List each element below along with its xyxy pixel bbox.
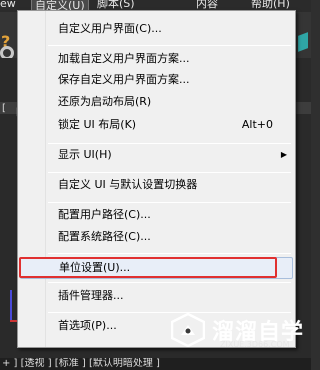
viewport-label-a[interactable]: [ [2, 103, 6, 114]
menu-item-label: 显示 UI(H) [58, 148, 112, 161]
menu-item-show-ui[interactable]: 显示 UI(H) ▶ [20, 144, 293, 166]
menu-item-label: 还原为启动布局(R) [58, 95, 152, 108]
menu-separator [48, 202, 291, 203]
menu-item-configure-user-paths[interactable]: 配置用户路径(C)... [20, 204, 293, 226]
viewport-status-bar[interactable]: + ] [透视 ] [标准 ] [默认明暗处理 ] [0, 358, 311, 370]
app-window: ew 自定义(U) 脚本(S) 内容 帮助(H) ? [ [前 + ] [透视 … [0, 0, 311, 370]
menu-item-lock-ui-layout[interactable]: 锁定 UI 布局(K) Alt+0 [20, 114, 293, 136]
axis-gizmo-y [10, 290, 12, 320]
menu-item-label: 配置用户路径(C)... [58, 208, 151, 221]
menu-item-label: 自定义用户界面(C)... [58, 22, 162, 35]
menu-help[interactable]: 帮助(H) [251, 0, 290, 10]
menu-item-label: 锁定 UI 布局(K) [58, 118, 137, 131]
menu-item-load-ui-scheme[interactable]: 加载自定义用户界面方案... [20, 48, 293, 70]
menu-separator [48, 253, 291, 254]
customize-dropdown-menu: 自定义用户界面(C)... 加载自定义用户界面方案... 保存自定义用户界面方案… [17, 10, 296, 348]
menu-item-label: 插件管理器... [58, 289, 124, 302]
menu-item-ui-switcher[interactable]: 自定义 UI 与默认设置切换器 [20, 174, 293, 196]
menu-item-units-setup[interactable]: 单位设置(U)... [20, 257, 293, 279]
menu-item-label: 保存自定义用户界面方案... [58, 73, 190, 86]
menu-item-plugin-manager[interactable]: 插件管理器... [20, 285, 293, 307]
shortcut-label: Alt+0 [241, 118, 273, 131]
menu-separator [48, 172, 291, 173]
menu-separator [48, 312, 291, 313]
menu-view[interactable]: ew [0, 0, 16, 10]
menu-item-label: 单位设置(U)... [59, 261, 131, 274]
menu-item-revert-startup-layout[interactable]: 还原为启动布局(R) [20, 91, 293, 113]
menu-script[interactable]: 脚本(S) [97, 0, 135, 10]
menu-separator [48, 282, 291, 283]
menu-content[interactable]: 内容 [196, 0, 218, 10]
menu-separator [48, 45, 291, 46]
watermark-url: ZIXUE.3D66.COM [220, 340, 290, 349]
submenu-arrow-icon: ▶ [280, 150, 287, 159]
menu-item-label: 配置系统路径(C)... [58, 230, 151, 243]
menu-item-configure-system-paths[interactable]: 配置系统路径(C)... [20, 226, 293, 248]
watermark-logo-icon [171, 313, 205, 347]
menu-item-save-ui-scheme[interactable]: 保存自定义用户界面方案... [20, 69, 293, 91]
menu-item-customize-ui[interactable]: 自定义用户界面(C)... [20, 18, 293, 40]
menu-item-label: 自定义 UI 与默认设置切换器 [58, 178, 198, 191]
menu-item-label: 加载自定义用户界面方案... [58, 52, 190, 65]
menu-item-label: 首选项(P)... [58, 319, 117, 332]
teal-tool-icon[interactable] [298, 32, 308, 52]
